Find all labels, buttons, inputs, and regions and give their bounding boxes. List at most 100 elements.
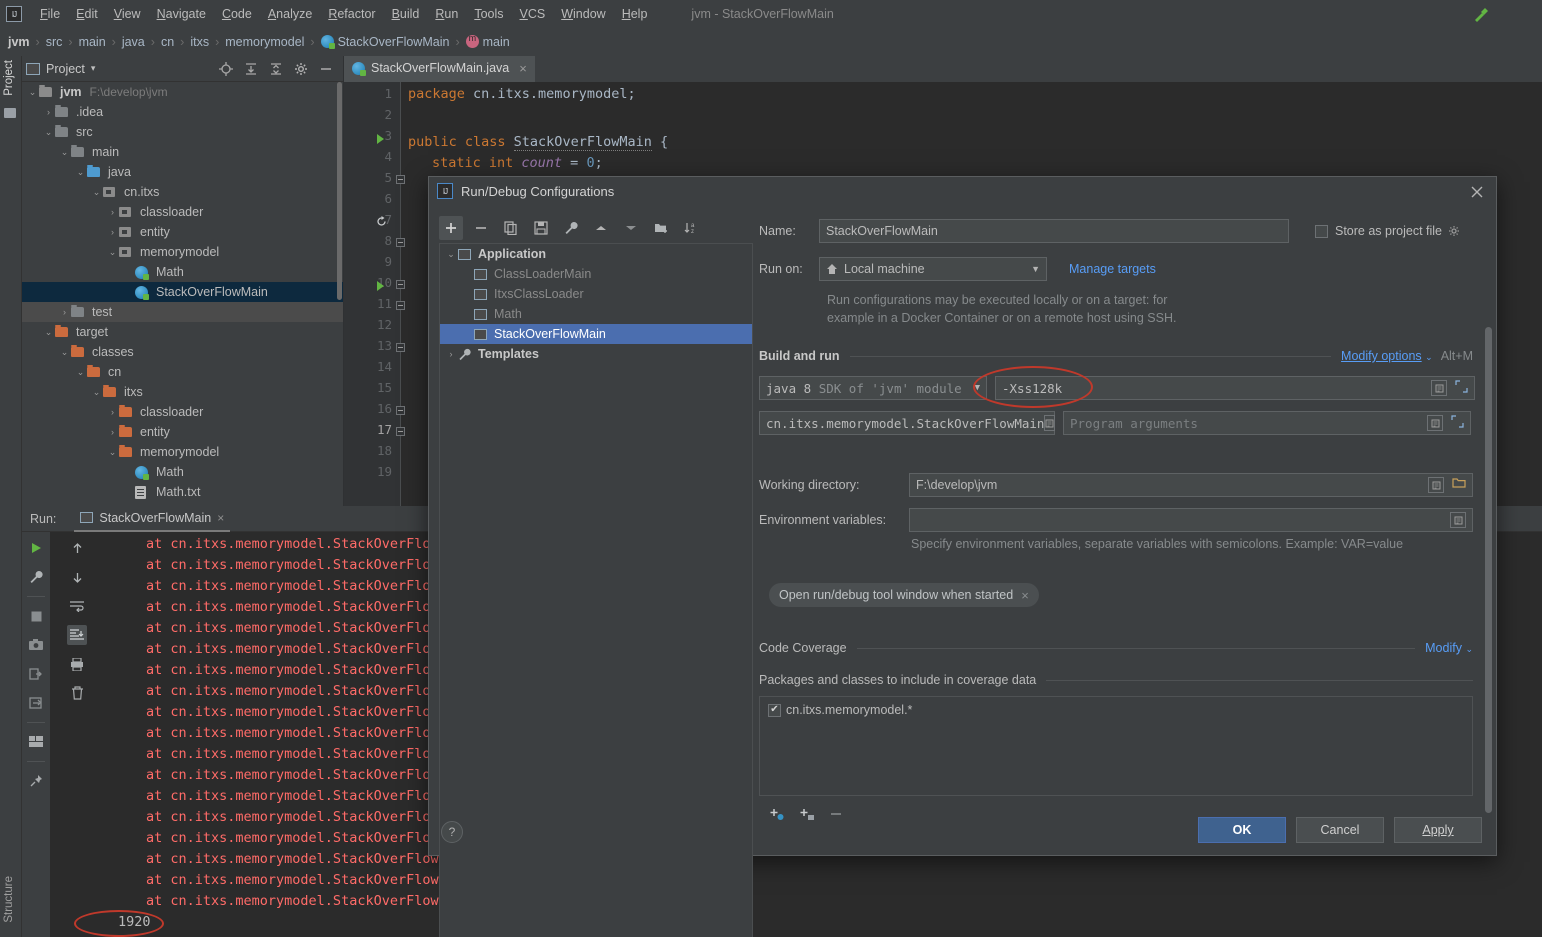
run-icon[interactable] (26, 538, 46, 558)
run-gutter-icon[interactable] (376, 280, 385, 290)
run-tab-stackoverflowmain[interactable]: StackOverFlowMain × (74, 506, 230, 532)
close-icon[interactable]: × (519, 61, 527, 76)
stop-icon[interactable] (26, 606, 46, 626)
chevron-right-icon[interactable]: › (106, 227, 119, 237)
project-tree[interactable]: ⌄jvmF:\develop\jvm›.idea⌄src⌄main⌄java⌄c… (22, 82, 343, 506)
sidebar-item-project[interactable]: Project (3, 60, 15, 96)
tree-item-cn[interactable]: ⌄cn (22, 362, 343, 382)
hide-panel-icon[interactable] (319, 62, 333, 76)
chevron-down-icon[interactable]: ⌄ (58, 347, 71, 358)
code-fold-marker[interactable] (396, 301, 405, 310)
run-on-select[interactable]: Local machine ▼ (819, 257, 1047, 281)
tree-item-memorymodel[interactable]: ⌄memorymodel (22, 442, 343, 462)
edit-templates-wrench-icon[interactable] (559, 216, 583, 240)
chevron-down-icon[interactable]: ⌄ (42, 327, 55, 338)
help-button[interactable]: ? (441, 821, 463, 843)
console-line-with-link[interactable]: at cn.itxs.memorymodel.StackOverFlowMain… (92, 893, 1542, 914)
editor-gutter[interactable]: 12345678910111213141516171819 (344, 82, 400, 506)
chevron-down-icon[interactable]: ⌄ (74, 167, 87, 178)
console-line-with-link[interactable]: at cn.itxs.memorymodel.StackOverFlowMain… (92, 872, 1542, 893)
chevron-down-icon[interactable]: ⌄ (42, 127, 55, 138)
chevron-down-icon[interactable]: ⌄ (444, 249, 458, 260)
code-fold-marker[interactable] (396, 175, 405, 184)
tree-item-main[interactable]: ⌄main (22, 142, 343, 162)
project-tree-scrollbar[interactable] (337, 82, 342, 300)
jdk-select[interactable]: java 8 SDK of 'jvm' module ▼ (759, 376, 987, 400)
tree-item-classloader[interactable]: ›classloader (22, 202, 343, 222)
main-class-input[interactable]: cn.itxs.memorymodel.StackOverFlowMain (759, 411, 1055, 435)
add-pattern-icon[interactable] (769, 806, 785, 825)
tree-item-math-txt[interactable]: Math.txt (22, 482, 343, 502)
copy-icon[interactable] (499, 216, 523, 240)
menu-item-navigate[interactable]: Navigate (149, 3, 214, 25)
config-item-classloadermain[interactable]: ClassLoaderMain (440, 264, 752, 284)
dialog-scrollbar[interactable] (1485, 327, 1492, 813)
chevron-right-icon[interactable]: › (106, 207, 119, 217)
collapse-all-icon[interactable] (269, 62, 283, 76)
coverage-modify-link[interactable]: Modify ⌄ (1425, 641, 1473, 655)
tree-item-stackoverflowmain[interactable]: StackOverFlowMain (22, 282, 343, 302)
tree-item-math[interactable]: Math (22, 262, 343, 282)
menu-item-tools[interactable]: Tools (466, 3, 511, 25)
gear-dropdown-icon[interactable] (1448, 225, 1461, 238)
tree-item-entity[interactable]: ›entity (22, 222, 343, 242)
sort-alphabetically-icon[interactable]: az (679, 216, 703, 240)
coverage-item-checkbox[interactable] (768, 704, 781, 717)
code-fold-marker[interactable] (396, 343, 405, 352)
menu-item-help[interactable]: Help (614, 3, 656, 25)
print-icon[interactable] (26, 693, 46, 713)
breadcrumb-item-src[interactable]: src (46, 35, 63, 49)
chevron-down-icon[interactable]: ⌄ (90, 387, 103, 398)
code-fold-marker[interactable] (396, 238, 405, 247)
working-directory-input[interactable]: F:\develop\jvm (909, 473, 1473, 497)
locate-icon[interactable] (219, 62, 233, 76)
chevron-right-icon[interactable]: › (58, 307, 71, 317)
chevron-right-icon[interactable]: › (444, 349, 458, 359)
build-hammer-icon[interactable] (1472, 6, 1490, 24)
menu-item-build[interactable]: Build (384, 3, 428, 25)
expand-all-icon[interactable] (244, 62, 258, 76)
edit-env-vars-icon[interactable] (1450, 512, 1466, 528)
breadcrumb-item-java[interactable]: java (122, 35, 145, 49)
code-fold-marker[interactable] (396, 427, 405, 436)
tree-item-classloader[interactable]: ›classloader (22, 402, 343, 422)
tree-item-math[interactable]: Math (22, 462, 343, 482)
pin-icon[interactable] (26, 771, 46, 791)
chevron-right-icon[interactable]: › (106, 407, 119, 417)
chevron-right-icon[interactable]: › (42, 107, 55, 117)
browse-class-icon[interactable] (1044, 415, 1055, 431)
chevron-down-icon[interactable]: ⌄ (26, 87, 39, 98)
remove-icon[interactable] (469, 216, 493, 240)
layout-icon[interactable] (26, 732, 46, 752)
move-up-icon[interactable] (589, 216, 613, 240)
breadcrumb-item-itxs[interactable]: itxs (190, 35, 209, 49)
close-icon[interactable]: × (1021, 588, 1029, 603)
gear-icon[interactable] (294, 62, 308, 76)
export-threaddump-icon[interactable] (26, 664, 46, 684)
menu-item-edit[interactable]: Edit (68, 3, 106, 25)
tree-item-cn-itxs[interactable]: ⌄cn.itxs (22, 182, 343, 202)
breadcrumb-item-memorymodel[interactable]: memorymodel (225, 35, 304, 49)
configurations-tree[interactable]: ⌄ApplicationClassLoaderMainItxsClassLoad… (439, 243, 753, 937)
menu-item-run[interactable]: Run (427, 3, 466, 25)
chevron-down-icon[interactable]: ⌄ (106, 247, 119, 258)
apply-button[interactable]: Apply (1394, 817, 1482, 843)
breadcrumb-item-jvm[interactable]: jvm (8, 35, 30, 49)
config-item-math[interactable]: Math (440, 304, 752, 324)
environment-variables-input[interactable] (909, 508, 1473, 532)
chevron-down-icon[interactable]: ▼ (1031, 264, 1040, 274)
config-item-templates[interactable]: ›Templates (440, 344, 752, 364)
remove-icon-coverage[interactable] (829, 807, 843, 824)
breadcrumb-item-cn[interactable]: cn (161, 35, 174, 49)
new-folder-icon[interactable] (649, 216, 673, 240)
program-arguments-input[interactable]: Program arguments (1063, 411, 1471, 435)
coverage-list-item[interactable]: cn.itxs.memorymodel.* (760, 697, 1472, 723)
add-icon[interactable] (439, 216, 463, 240)
editor-tab-stackoverflowmain[interactable]: StackOverFlowMain.java × (344, 56, 535, 82)
menu-item-code[interactable]: Code (214, 3, 260, 25)
tree-item-src[interactable]: ⌄src (22, 122, 343, 142)
name-input[interactable]: StackOverFlowMain (819, 219, 1289, 243)
trash-icon[interactable] (67, 683, 87, 703)
tree-item-jvm[interactable]: ⌄jvmF:\develop\jvm (22, 82, 343, 102)
config-item-stackoverflowmain[interactable]: StackOverFlowMain (440, 324, 752, 344)
